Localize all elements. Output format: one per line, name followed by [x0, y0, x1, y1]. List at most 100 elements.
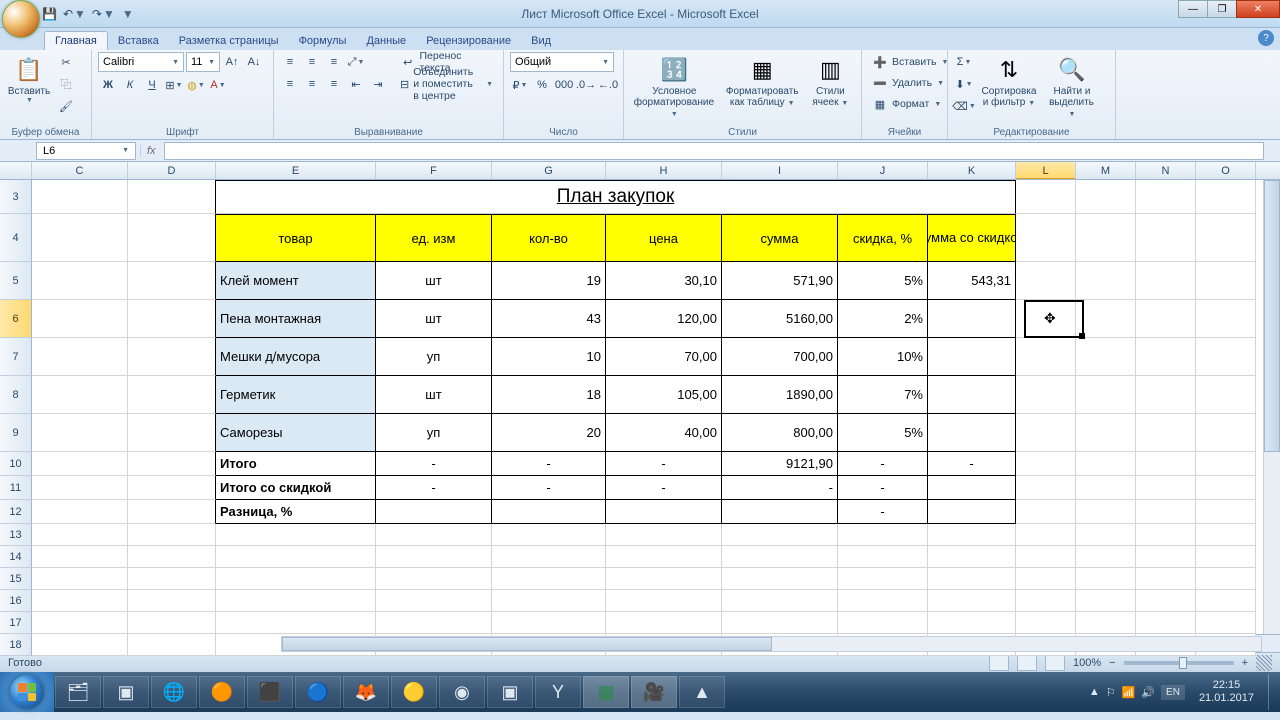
table-cell[interactable]: шт — [376, 262, 492, 300]
table-cell[interactable]: 543,31 — [928, 262, 1016, 300]
table-cell[interactable]: - — [606, 452, 722, 476]
tab-insert[interactable]: Вставка — [108, 32, 169, 50]
tab-home[interactable]: Главная — [44, 31, 108, 50]
align-right-icon[interactable]: ≡ — [324, 74, 344, 94]
col-header[interactable]: J — [838, 162, 928, 179]
table-cell[interactable]: 2% — [838, 300, 928, 338]
font-name-combo[interactable]: Calibri▼ — [98, 52, 184, 72]
start-button[interactable] — [0, 672, 54, 712]
table-cell[interactable]: - — [838, 476, 928, 500]
table-cell[interactable]: 10 — [492, 338, 606, 376]
vertical-scrollbar[interactable] — [1263, 180, 1280, 634]
table-cell[interactable]: 700,00 — [722, 338, 838, 376]
taskbar-app-icon[interactable]: 🟠 — [199, 676, 245, 708]
table-cell[interactable]: - — [492, 452, 606, 476]
table-cell[interactable] — [928, 476, 1016, 500]
table-header[interactable]: цена — [606, 214, 722, 262]
table-cell[interactable] — [928, 338, 1016, 376]
table-cell[interactable]: 800,00 — [722, 414, 838, 452]
align-center-icon[interactable]: ≡ — [302, 74, 322, 94]
table-cell[interactable] — [928, 300, 1016, 338]
conditional-formatting-button[interactable]: 🔢Условное форматирование ▼ — [630, 52, 719, 121]
currency-icon[interactable]: ₽▼ — [510, 75, 530, 95]
page-break-view-icon[interactable] — [1045, 655, 1065, 671]
show-desktop-button[interactable] — [1268, 674, 1276, 710]
italic-button[interactable]: К — [120, 75, 140, 95]
table-cell[interactable] — [376, 500, 492, 524]
tab-view[interactable]: Вид — [521, 32, 561, 50]
select-all-corner[interactable] — [0, 162, 32, 179]
col-header[interactable]: M — [1076, 162, 1136, 179]
format-cells-button[interactable]: ▦Формат▼ — [868, 94, 945, 114]
decrease-font-icon[interactable]: A↓ — [244, 52, 264, 72]
table-cell[interactable] — [928, 376, 1016, 414]
align-left-icon[interactable]: ≡ — [280, 74, 300, 94]
merge-center-button[interactable]: ⊟Объединить и поместить в центре▼ — [396, 74, 497, 94]
table-cell[interactable] — [928, 500, 1016, 524]
cut-icon[interactable]: ✂ — [56, 52, 76, 72]
taskbar-app-icon[interactable]: 🟡 — [391, 676, 437, 708]
zoom-in-icon[interactable]: + — [1242, 657, 1248, 669]
table-header[interactable]: кол-во — [492, 214, 606, 262]
increase-indent-icon[interactable]: ⇥ — [368, 74, 388, 94]
col-header[interactable]: N — [1136, 162, 1196, 179]
table-cell[interactable]: - — [838, 500, 928, 524]
taskbar-yandex-icon[interactable]: Y — [535, 676, 581, 708]
table-cell[interactable]: - — [838, 452, 928, 476]
table-cell[interactable]: Герметик — [216, 376, 376, 414]
zoom-out-icon[interactable]: − — [1109, 657, 1115, 669]
table-cell[interactable]: - — [376, 476, 492, 500]
tab-formulas[interactable]: Формулы — [289, 32, 357, 50]
table-cell[interactable]: 120,00 — [606, 300, 722, 338]
table-cell[interactable]: 571,90 — [722, 262, 838, 300]
formula-input[interactable] — [164, 142, 1264, 160]
row-header[interactable]: 6 — [0, 300, 32, 338]
table-cell[interactable]: шт — [376, 376, 492, 414]
taskbar-app-icon[interactable]: 🌐 — [151, 676, 197, 708]
taskbar-explorer-icon[interactable]: 🗂 — [55, 676, 101, 708]
row-header[interactable]: 17 — [0, 612, 32, 634]
percent-icon[interactable]: % — [532, 75, 552, 95]
row-header[interactable]: 16 — [0, 590, 32, 612]
table-cell[interactable]: 70,00 — [606, 338, 722, 376]
table-cell[interactable]: - — [492, 476, 606, 500]
fill-color-button[interactable]: ◍▼ — [186, 75, 206, 95]
table-cell[interactable]: уп — [376, 338, 492, 376]
row-header[interactable]: 5 — [0, 262, 32, 300]
table-cell[interactable]: 10% — [838, 338, 928, 376]
qat-customize-icon[interactable]: ▼ — [122, 7, 134, 21]
row-header[interactable]: 4 — [0, 214, 32, 262]
format-as-table-button[interactable]: ▦Форматироватькак таблицу ▼ — [723, 52, 802, 110]
border-button[interactable]: ⊞▼ — [164, 75, 184, 95]
font-color-button[interactable]: A▼ — [208, 75, 228, 95]
table-cell[interactable]: Разница, % — [216, 500, 376, 524]
col-header[interactable]: O — [1196, 162, 1256, 179]
table-cell[interactable]: 5% — [838, 262, 928, 300]
resize-grip[interactable] — [1256, 655, 1272, 671]
table-cell[interactable]: Пена монтажная — [216, 300, 376, 338]
paste-button[interactable]: 📋 Вставить ▼ — [6, 52, 52, 106]
col-header[interactable]: D — [128, 162, 216, 179]
table-cell[interactable]: Мешки д/мусора — [216, 338, 376, 376]
help-icon[interactable]: ? — [1258, 30, 1274, 46]
col-header[interactable]: E — [216, 162, 376, 179]
table-cell[interactable] — [606, 500, 722, 524]
col-header[interactable]: I — [722, 162, 838, 179]
taskbar-app-icon[interactable]: 🦊 — [343, 676, 389, 708]
table-cell[interactable]: 20 — [492, 414, 606, 452]
save-icon[interactable]: 💾 — [42, 7, 57, 21]
taskbar-chrome-icon[interactable]: ◉ — [439, 676, 485, 708]
tab-data[interactable]: Данные — [356, 32, 416, 50]
minimize-button[interactable]: — — [1178, 0, 1208, 18]
taskbar-app-icon[interactable]: 🎥 — [631, 676, 677, 708]
page-layout-view-icon[interactable] — [1017, 655, 1037, 671]
number-format-combo[interactable]: Общий▼ — [510, 52, 614, 72]
row-header[interactable]: 14 — [0, 546, 32, 568]
col-header[interactable]: C — [32, 162, 128, 179]
fill-icon[interactable]: ⬇▼ — [954, 74, 974, 94]
table-header[interactable]: сумма со скидкой — [928, 214, 1016, 262]
table-cell[interactable]: Клей момент — [216, 262, 376, 300]
insert-cells-button[interactable]: ➕Вставить▼ — [868, 52, 952, 72]
table-header[interactable]: сумма — [722, 214, 838, 262]
table-cell[interactable] — [722, 500, 838, 524]
